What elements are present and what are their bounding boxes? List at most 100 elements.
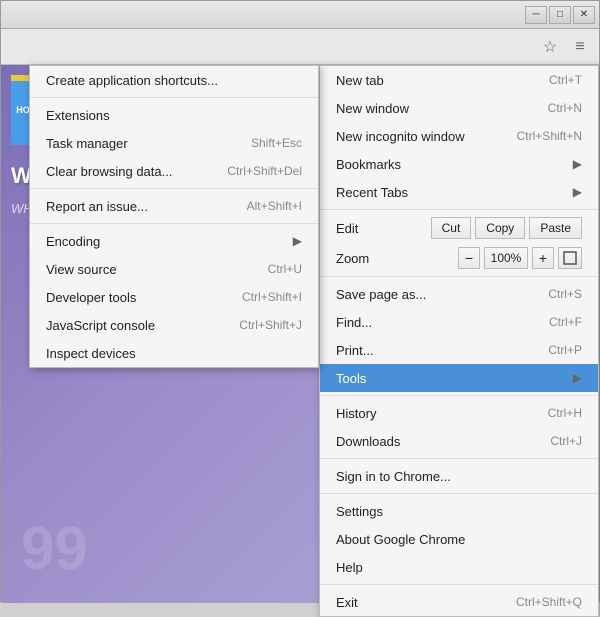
submenu-separator-2 — [30, 188, 318, 189]
star-icon[interactable]: ☆ — [539, 36, 561, 58]
submenu-label: Extensions — [46, 108, 110, 123]
menu-label: Recent Tabs — [336, 185, 408, 200]
cut-button[interactable]: Cut — [431, 217, 472, 239]
main-menu: New tab Ctrl+T New window Ctrl+N New inc… — [319, 65, 599, 617]
menu-shortcut: Ctrl+J — [550, 434, 582, 448]
submenu-label: Inspect devices — [46, 346, 136, 361]
menu-item-save-page[interactable]: Save page as... Ctrl+S — [320, 280, 598, 308]
menu-label: Bookmarks — [336, 157, 401, 172]
menu-item-recent-tabs[interactable]: Recent Tabs ▶ — [320, 178, 598, 206]
submenu-item-developer-tools[interactable]: Developer tools Ctrl+Shift+I — [30, 283, 318, 311]
menu-label: Sign in to Chrome... — [336, 469, 451, 484]
menu-shortcut: Ctrl+P — [548, 343, 582, 357]
menu-label: About Google Chrome — [336, 532, 465, 547]
minimize-button[interactable]: ─ — [525, 6, 547, 24]
menu-item-sign-in[interactable]: Sign in to Chrome... — [320, 462, 598, 490]
menu-shortcut: Ctrl+N — [548, 101, 582, 115]
menu-shortcut: Ctrl+F — [549, 315, 582, 329]
close-button[interactable]: ✕ — [573, 6, 595, 24]
menu-item-tools[interactable]: Tools ▶ — [320, 364, 598, 392]
menu-item-new-incognito[interactable]: New incognito window Ctrl+Shift+N — [320, 122, 598, 150]
menu-shortcut: Ctrl+H — [548, 406, 582, 420]
menu-item-find[interactable]: Find... Ctrl+F — [320, 308, 598, 336]
menu-zoom-row: Zoom − 100% + — [320, 243, 598, 273]
menu-separator-5 — [320, 493, 598, 494]
menu-shortcut: Ctrl+Shift+N — [517, 129, 582, 143]
title-bar: ─ □ ✕ — [1, 1, 599, 29]
menu-separator-6 — [320, 584, 598, 585]
menu-label: Tools — [336, 371, 366, 386]
arrow-icon: ▶ — [573, 157, 582, 171]
copy-button[interactable]: Copy — [475, 217, 525, 239]
submenu-item-report-issue[interactable]: Report an issue... Alt+Shift+I — [30, 192, 318, 220]
menu-item-settings[interactable]: Settings — [320, 497, 598, 525]
zoom-value: 100% — [484, 247, 528, 269]
maximize-button[interactable]: □ — [549, 6, 571, 24]
menu-label: Exit — [336, 595, 358, 610]
submenu-item-clear-browsing[interactable]: Clear browsing data... Ctrl+Shift+Del — [30, 157, 318, 185]
zoom-label: Zoom — [336, 251, 454, 266]
menu-item-new-window[interactable]: New window Ctrl+N — [320, 94, 598, 122]
submenu-label: Create application shortcuts... — [46, 73, 218, 88]
menu-label: New incognito window — [336, 129, 465, 144]
menu-label: New window — [336, 101, 409, 116]
submenu-item-javascript-console[interactable]: JavaScript console Ctrl+Shift+J — [30, 311, 318, 339]
submenu-shortcut: Alt+Shift+I — [247, 199, 302, 213]
menu-label: Print... — [336, 343, 374, 358]
menu-label: Find... — [336, 315, 372, 330]
submenu-label: Task manager — [46, 136, 128, 151]
submenu-item-encoding[interactable]: Encoding ▶ — [30, 227, 318, 255]
menu-label: History — [336, 406, 376, 421]
submenu-item-view-source[interactable]: View source Ctrl+U — [30, 255, 318, 283]
menu-shortcut: Ctrl+Shift+Q — [516, 595, 582, 609]
submenu-item-create-shortcuts[interactable]: Create application shortcuts... — [30, 66, 318, 94]
submenu-shortcut: Ctrl+U — [268, 262, 302, 276]
menu-item-bookmarks[interactable]: Bookmarks ▶ — [320, 150, 598, 178]
menu-item-help[interactable]: Help — [320, 553, 598, 581]
menu-shortcut: Ctrl+T — [549, 73, 582, 87]
menu-icon[interactable]: ≡ — [569, 36, 591, 58]
menu-shortcut: Ctrl+S — [548, 287, 582, 301]
menu-item-exit[interactable]: Exit Ctrl+Shift+Q — [320, 588, 598, 616]
submenu-label: Clear browsing data... — [46, 164, 172, 179]
paste-button[interactable]: Paste — [529, 217, 582, 239]
submenu-item-task-manager[interactable]: Task manager Shift+Esc — [30, 129, 318, 157]
submenu-label: Report an issue... — [46, 199, 148, 214]
menu-label: Save page as... — [336, 287, 426, 302]
browser-window: ─ □ ✕ ☆ ≡ HOW IT WORKS FEA CO WNLOAD NOW… — [0, 0, 600, 602]
menu-label: Downloads — [336, 434, 400, 449]
menu-item-downloads[interactable]: Downloads Ctrl+J — [320, 427, 598, 455]
tools-submenu: Create application shortcuts... Extensio… — [29, 65, 319, 368]
menu-item-new-tab[interactable]: New tab Ctrl+T — [320, 66, 598, 94]
menu-item-about[interactable]: About Google Chrome — [320, 525, 598, 553]
arrow-icon: ▶ — [573, 371, 582, 385]
zoom-fullscreen-button[interactable] — [558, 247, 582, 269]
menu-item-print[interactable]: Print... Ctrl+P — [320, 336, 598, 364]
nav-bar: ☆ ≡ — [1, 29, 599, 65]
menu-label: Settings — [336, 504, 383, 519]
submenu-shortcut: Ctrl+Shift+J — [239, 318, 302, 332]
menu-separator-1 — [320, 209, 598, 210]
menu-separator-4 — [320, 458, 598, 459]
submenu-shortcut: Ctrl+Shift+Del — [227, 164, 302, 178]
menu-item-history[interactable]: History Ctrl+H — [320, 399, 598, 427]
edit-label: Edit — [336, 221, 427, 236]
submenu-label: View source — [46, 262, 117, 277]
submenu-shortcut: Shift+Esc — [251, 136, 302, 150]
zoom-plus-button[interactable]: + — [532, 247, 554, 269]
menu-label: Help — [336, 560, 363, 575]
zoom-minus-button[interactable]: − — [458, 247, 480, 269]
submenu-shortcut: Ctrl+Shift+I — [242, 290, 302, 304]
submenu-label: Encoding — [46, 234, 100, 249]
menu-label: New tab — [336, 73, 384, 88]
menu-edit-row: Edit Cut Copy Paste — [320, 213, 598, 243]
submenu-label: JavaScript console — [46, 318, 155, 333]
submenu-label: Developer tools — [46, 290, 136, 305]
submenu-arrow-icon: ▶ — [293, 234, 302, 248]
page-watermark: 99 — [21, 514, 88, 583]
submenu-separator-3 — [30, 223, 318, 224]
submenu-item-extensions[interactable]: Extensions — [30, 101, 318, 129]
submenu-item-inspect-devices[interactable]: Inspect devices — [30, 339, 318, 367]
menu-separator-3 — [320, 395, 598, 396]
arrow-icon: ▶ — [573, 185, 582, 199]
